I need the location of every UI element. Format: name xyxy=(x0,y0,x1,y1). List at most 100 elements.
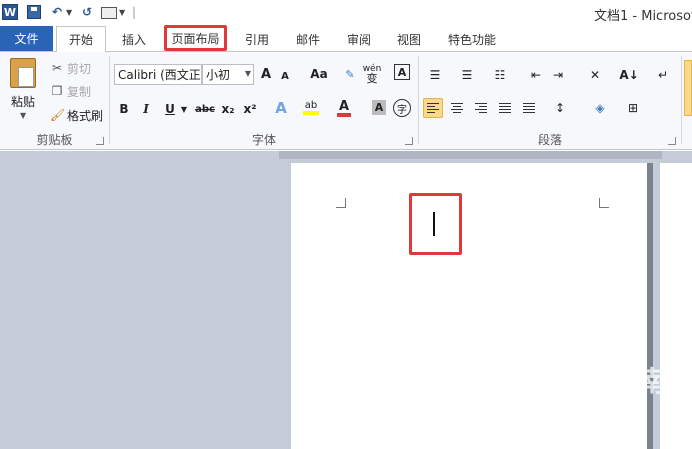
tab-home[interactable]: 开始 xyxy=(56,26,106,52)
paragraph-group-label: 段落 xyxy=(537,133,562,147)
watermark-url: zhinan.sogou.com xyxy=(516,402,633,415)
phonetic-guide-button[interactable]: wén 变 xyxy=(362,64,382,85)
decrease-indent-icon[interactable]: ⇤ xyxy=(527,65,545,85)
highlight-color-bar xyxy=(303,111,319,115)
align-left-button[interactable] xyxy=(423,98,443,118)
align-center-button[interactable] xyxy=(447,98,467,118)
paragraph-launcher-icon[interactable] xyxy=(668,137,676,145)
underline-button[interactable]: U xyxy=(162,99,178,119)
styles-gallery[interactable] xyxy=(684,60,692,116)
font-color-button[interactable]: A xyxy=(336,98,352,118)
justify-button[interactable] xyxy=(495,98,515,118)
italic-button[interactable]: I xyxy=(138,99,154,119)
line-spacing-icon[interactable]: ↕ xyxy=(549,98,571,118)
phonetic-char: 变 xyxy=(366,72,378,85)
char-shading-button[interactable]: A xyxy=(372,100,386,115)
save-icon[interactable] xyxy=(27,5,41,19)
tab-review[interactable]: 审阅 xyxy=(339,27,379,51)
chinese-layout-icon[interactable]: ✕ xyxy=(584,65,606,85)
cursor-highlight-box xyxy=(409,193,462,255)
paste-icon[interactable] xyxy=(10,58,36,88)
chevron-down-icon: ▼ xyxy=(244,69,251,78)
highlight-button[interactable]: ab xyxy=(300,98,322,118)
tab-references[interactable]: 引用 xyxy=(237,27,277,51)
font-color-label: A xyxy=(338,98,350,114)
undo-icon[interactable]: ↶ xyxy=(50,3,64,21)
shrink-font-button[interactable]: A xyxy=(278,66,292,86)
strikethrough-button[interactable]: abc xyxy=(194,99,216,119)
ribbon: 粘贴 ▼ ✂ 剪切 ❐ 复制 🖌 格式刷 剪贴板 Calibri (西文正 小初… xyxy=(0,51,692,150)
superscript-button[interactable]: x² xyxy=(242,99,258,119)
margin-corner-top-left xyxy=(336,198,346,208)
toolbar-divider: | xyxy=(132,5,137,19)
enclose-char-button[interactable]: 字 xyxy=(393,99,411,117)
grow-font-button[interactable]: A xyxy=(258,64,274,84)
subscript-button[interactable]: x₂ xyxy=(220,99,236,119)
paste-dropdown-icon[interactable]: ▼ xyxy=(20,111,26,120)
cut-label: 剪切 xyxy=(67,61,92,76)
change-case-button[interactable]: Aa xyxy=(308,64,330,84)
font-group: Calibri (西文正 小初 ▼ A A Aa ✎ wén 变 A B I U… xyxy=(110,52,418,150)
copy-icon: ❐ xyxy=(51,84,63,98)
title-bar: W ↶ ▼ ↺ ▼ | 文档1 - Microsof xyxy=(0,0,692,24)
align-right-button[interactable] xyxy=(471,98,491,118)
multilevel-list-icon[interactable]: ☷ xyxy=(489,65,511,85)
paragraph-group: ☰ ☰ ☷ ⇤ ⇥ ✕ A↓ ↵ ↕ ◈ ⊞ 段落 xyxy=(419,52,681,150)
bullets-icon[interactable]: ☰ xyxy=(425,65,445,85)
justify-icon xyxy=(499,103,511,113)
format-painter-label: 格式刷 xyxy=(67,108,104,123)
copy-button[interactable]: ❐ 复制 xyxy=(50,81,91,101)
cut-button[interactable]: ✂ 剪切 xyxy=(50,58,91,78)
show-marks-icon[interactable]: ↵ xyxy=(655,65,671,85)
sort-button[interactable]: A↓ xyxy=(619,65,639,85)
clipboard-group: 粘贴 ▼ ✂ 剪切 ❐ 复制 🖌 格式刷 剪贴板 xyxy=(0,52,109,150)
clear-format-icon[interactable]: ✎ xyxy=(342,64,358,84)
distribute-button[interactable] xyxy=(519,98,539,118)
font-size-select[interactable]: 小初 ▼ xyxy=(202,64,254,85)
text-cursor[interactable] xyxy=(433,212,435,236)
ribbon-tabs: 文件 开始 插入 页面布局 引用 邮件 审阅 视图 特色功能 xyxy=(0,24,692,52)
increase-indent-icon[interactable]: ⇥ xyxy=(549,65,567,85)
bold-button[interactable]: B xyxy=(116,99,132,119)
borders-icon[interactable]: ⊞ xyxy=(623,98,643,118)
word-logo-icon[interactable]: W xyxy=(2,4,18,20)
font-name-select[interactable]: Calibri (西文正 xyxy=(114,64,202,85)
font-launcher-icon[interactable] xyxy=(405,137,413,145)
window-title: 文档1 - Microsof xyxy=(594,9,692,24)
tab-page-layout[interactable]: 页面布局 xyxy=(164,25,227,51)
customize-icon[interactable] xyxy=(101,7,117,19)
font-group-label: 字体 xyxy=(251,133,276,147)
font-name-value: Calibri (西文正 xyxy=(118,68,201,82)
numbering-icon[interactable]: ☰ xyxy=(457,65,477,85)
font-size-value: 小初 xyxy=(206,68,231,82)
align-left-icon xyxy=(427,103,439,113)
tab-file[interactable]: 文件 xyxy=(0,26,53,51)
char-border-button[interactable]: A xyxy=(394,64,410,80)
undo-dropdown-icon[interactable]: ▼ xyxy=(66,3,72,21)
margin-corner-top-right xyxy=(599,198,609,208)
align-right-icon xyxy=(475,103,487,113)
underline-dropdown-icon[interactable]: ▼ xyxy=(180,99,188,119)
tab-mailings[interactable]: 邮件 xyxy=(288,27,328,51)
clipboard-group-label: 剪贴板 xyxy=(36,133,73,147)
customize-dropdown-icon[interactable]: ▼ xyxy=(119,3,125,21)
tab-view[interactable]: 视图 xyxy=(389,27,429,51)
redo-icon[interactable]: ↺ xyxy=(80,3,94,21)
shading-icon[interactable]: ◈ xyxy=(589,98,611,118)
format-painter-button[interactable]: 🖌 格式刷 xyxy=(50,105,103,125)
watermark-text: 搜狗指南 xyxy=(554,365,667,398)
font-color-bar xyxy=(337,112,351,117)
paste-button[interactable]: 粘贴 xyxy=(11,93,35,110)
group-divider xyxy=(681,56,682,144)
copy-label: 复制 xyxy=(67,84,92,99)
text-effects-button[interactable]: A xyxy=(272,98,290,118)
page-shadow xyxy=(279,151,662,159)
clipboard-launcher-icon[interactable] xyxy=(96,137,104,145)
distribute-icon xyxy=(523,103,535,113)
highlight-label: ab xyxy=(304,100,318,111)
watermark-logo-icon xyxy=(514,360,548,394)
scissors-icon: ✂ xyxy=(51,61,63,75)
tab-insert[interactable]: 插入 xyxy=(114,27,154,51)
align-center-icon xyxy=(451,103,463,113)
tab-special-features[interactable]: 特色功能 xyxy=(440,27,504,51)
